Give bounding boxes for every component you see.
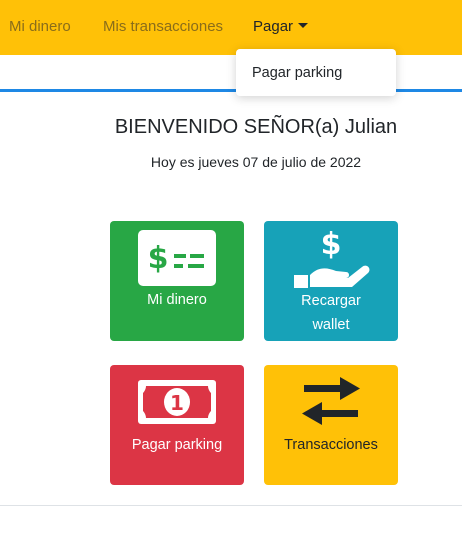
hand-dollar-icon: $ <box>294 227 370 288</box>
tile-pagar-parking-label: Pagar parking <box>131 437 223 453</box>
tile-recargar-label-line2: wallet <box>312 317 350 333</box>
tile-transacciones[interactable]: Transacciones <box>264 365 398 485</box>
nav-dropdown-pagar[interactable]: Pagar <box>253 18 309 35</box>
welcome-title: BIENVENIDO SEÑOR(a) Julian <box>114 116 398 138</box>
current-date: Hoy es jueves 07 de julio de 2022 <box>150 154 362 170</box>
nav-link-mi-dinero[interactable]: Mi dinero <box>9 18 71 35</box>
tile-mi-dinero[interactable]: $ Mi dinero <box>110 221 244 341</box>
svg-text:1: 1 <box>170 391 184 415</box>
dropdown-item-pagar-parking[interactable]: Pagar parking <box>252 65 342 81</box>
tile-transacciones-label: Transacciones <box>284 437 378 453</box>
money-bill-icon: $ <box>138 230 216 286</box>
nav-link-mis-transacciones[interactable]: Mis transacciones <box>103 18 223 35</box>
exchange-arrows-icon <box>302 377 360 425</box>
footer-divider <box>0 505 462 506</box>
svg-text:$: $ <box>148 241 169 276</box>
tile-recargar-wallet[interactable]: $ Recargar wallet <box>264 221 398 341</box>
top-navbar: Mi dinero Mis transacciones Pagar <box>0 0 462 55</box>
pagar-dropdown-menu: Pagar parking <box>236 49 396 96</box>
caret-down-icon <box>298 23 309 28</box>
tile-mi-dinero-label: Mi dinero <box>147 292 207 308</box>
nav-link-pagar-label: Pagar <box>253 18 294 35</box>
tile-pagar-parking[interactable]: 1 Pagar parking <box>110 365 244 485</box>
banknote-icon: 1 <box>138 380 216 424</box>
svg-text:$: $ <box>321 227 342 262</box>
tile-recargar-label-line1: Recargar <box>301 293 361 309</box>
